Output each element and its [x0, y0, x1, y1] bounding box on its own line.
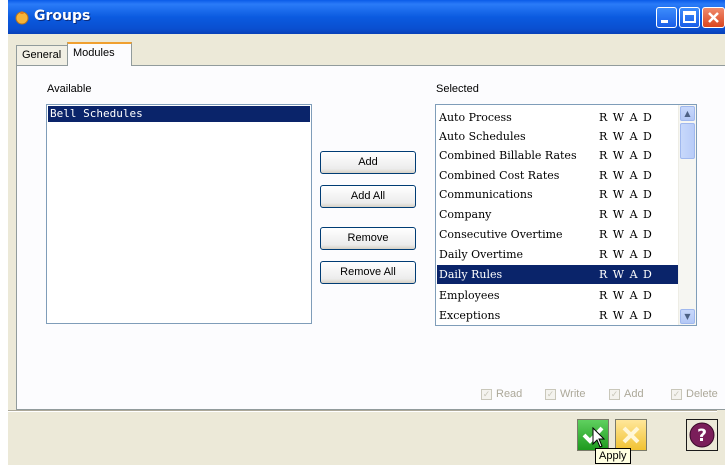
list-item[interactable]: Auto Schedules R W A D [437, 127, 680, 146]
module-permissions: R W A D [599, 130, 653, 143]
selected-label: Selected [436, 83, 479, 95]
remove-button[interactable]: Remove [320, 227, 416, 250]
list-item[interactable]: Auto Process R W A D [437, 108, 680, 127]
list-item[interactable]: Communications R W A D [437, 185, 680, 204]
list-item[interactable]: Company R W A D [437, 205, 680, 224]
add-label: Add [624, 388, 644, 400]
delete-label: Delete [686, 388, 718, 400]
minimize-button[interactable] [656, 7, 677, 28]
read-label: Read [496, 388, 523, 400]
module-permissions: R W A D [599, 268, 653, 281]
module-name: Combined Billable Rates [439, 149, 577, 162]
close-button[interactable] [702, 7, 725, 28]
help-button[interactable]: ? [686, 419, 718, 451]
module-permissions: R W A D [599, 289, 653, 302]
module-permissions: R W A D [599, 228, 653, 241]
remove-all-button[interactable]: Remove All [320, 261, 416, 284]
list-item-selected[interactable]: Daily Rules R W A D [437, 265, 680, 284]
add-button[interactable]: Add [320, 151, 416, 174]
available-label: Available [47, 83, 92, 95]
module-permissions: R W A D [599, 309, 653, 322]
module-name: Daily Overtime [439, 248, 524, 261]
module-permissions: R W A D [599, 111, 653, 124]
module-permissions: R W A D [599, 248, 653, 261]
module-permissions: R W A D [599, 188, 653, 201]
mouse-cursor-icon [592, 427, 606, 448]
list-item[interactable]: Daily Overtime R W A D [437, 245, 680, 264]
maximize-icon [683, 11, 696, 23]
help-icon: ? [689, 422, 715, 448]
checkmark-icon: ✓ [545, 389, 556, 400]
list-item[interactable]: Employees R W A D [437, 286, 680, 305]
maximize-button[interactable] [679, 7, 700, 28]
module-name: Exceptions [439, 309, 501, 322]
chevron-down-icon: ▼ [684, 312, 691, 321]
list-item[interactable]: Combined Billable Rates R W A D [437, 146, 680, 165]
checkmark-icon: ✓ [609, 389, 620, 400]
list-item[interactable]: Combined Cost Rates R W A D [437, 166, 680, 185]
minimize-icon [661, 20, 668, 23]
add-all-button[interactable]: Add All [320, 185, 416, 208]
selected-list[interactable]: Auto Process R W A D Auto Schedules R W A … [435, 104, 697, 326]
cancel-button[interactable] [615, 419, 647, 451]
close-icon [708, 12, 719, 23]
title-bar[interactable]: Groups [8, 0, 725, 34]
tab-modules[interactable]: Modules [67, 42, 132, 66]
checkmark-icon: ✓ [481, 389, 492, 400]
list-item[interactable]: Exceptions R W A D [437, 306, 680, 325]
apply-tooltip: Apply [595, 448, 631, 464]
module-permissions: R W A D [599, 149, 653, 162]
window-title: Groups [34, 8, 91, 24]
scroll-thumb[interactable] [680, 123, 695, 159]
module-name: Daily Rules [439, 268, 503, 281]
module-name: Auto Process [439, 111, 512, 124]
app-icon [15, 11, 29, 25]
module-name: Company [439, 208, 492, 221]
module-name: Employees [439, 289, 500, 302]
checkmark-icon: ✓ [671, 389, 682, 400]
module-permissions: R W A D [599, 208, 653, 221]
scroll-down-button[interactable]: ▼ [680, 309, 695, 324]
footer-divider [8, 410, 717, 412]
module-name: Consecutive Overtime [439, 228, 563, 241]
module-name: Combined Cost Rates [439, 169, 560, 182]
vertical-scrollbar[interactable]: ▲ ▼ [678, 105, 696, 325]
module-permissions: R W A D [599, 169, 653, 182]
close-icon [622, 426, 640, 444]
list-item[interactable]: Consecutive Overtime R W A D [437, 225, 680, 244]
list-item[interactable]: Bell Schedules [48, 106, 310, 122]
scroll-up-button[interactable]: ▲ [680, 106, 695, 121]
tab-general[interactable]: General [16, 45, 68, 65]
module-name: Communications [439, 188, 533, 201]
module-name: Auto Schedules [439, 130, 526, 143]
available-list[interactable]: Bell Schedules [46, 104, 312, 324]
write-label: Write [560, 388, 586, 400]
chevron-up-icon: ▲ [684, 109, 691, 118]
svg-text:?: ? [697, 426, 707, 446]
